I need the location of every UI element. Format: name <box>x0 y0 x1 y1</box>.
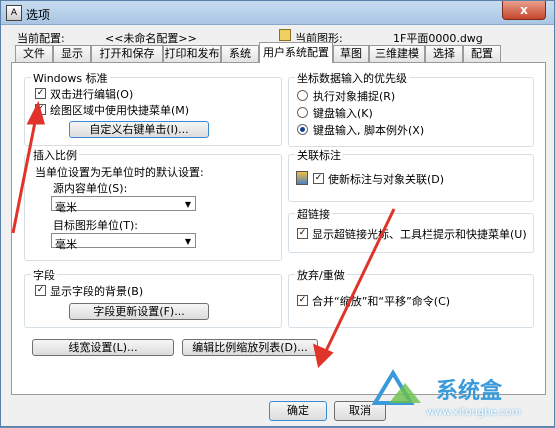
watermark-leaf-shape <box>389 383 421 403</box>
watermark-brand: 系统盒 <box>436 379 503 404</box>
arrow-left-shaft <box>11 116 38 234</box>
tab-user-preferences[interactable]: 用户系统配置 <box>259 42 333 63</box>
annotation-arrows <box>11 100 396 369</box>
arrow-left-head <box>26 100 45 125</box>
watermark-logo <box>371 369 431 405</box>
options-dialog: A 选项 x 当前配置: <<未命名配置>> 当前图形: 1F平面0000.dw… <box>0 0 555 427</box>
watermark-url: www.xitonghe.com <box>426 407 522 418</box>
arrow-right-shaft <box>323 208 396 354</box>
